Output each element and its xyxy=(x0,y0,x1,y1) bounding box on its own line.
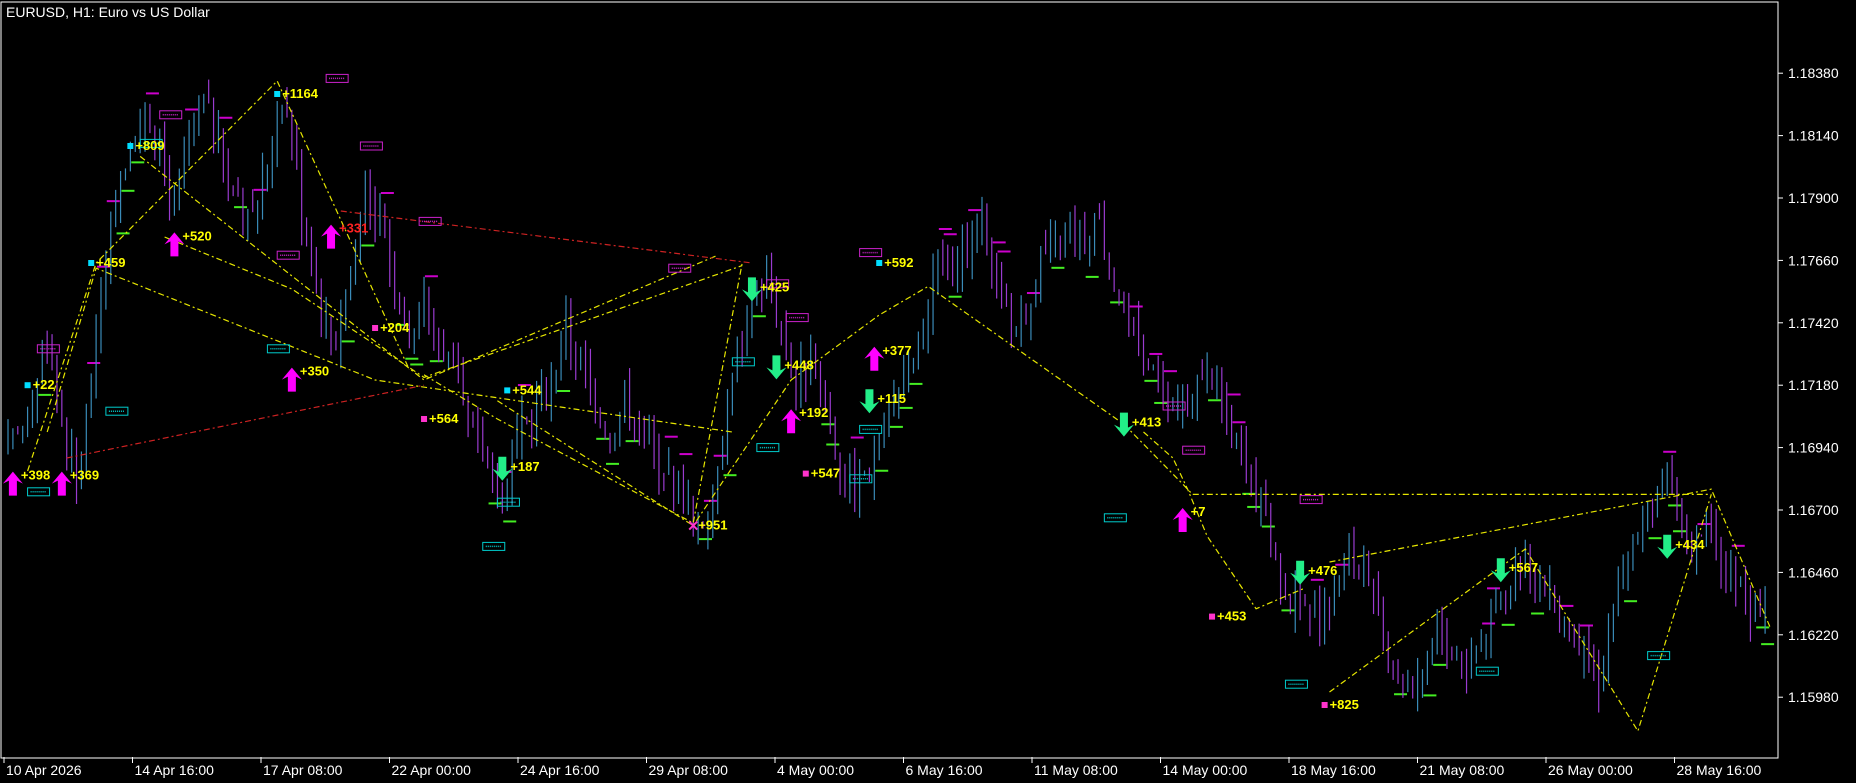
zigzag-line-alt xyxy=(66,384,425,459)
buy-arrow-icon[interactable] xyxy=(781,409,802,434)
pivot-marker xyxy=(421,416,428,422)
pivot-marker xyxy=(88,260,95,266)
time-tick-label: 11 May 08:00 xyxy=(1034,762,1118,778)
marker-label: +547 xyxy=(811,466,840,481)
marker-label: +951 xyxy=(698,518,727,533)
marker-label: +1164 xyxy=(282,86,319,101)
sell-arrow-icon[interactable] xyxy=(1113,412,1134,437)
price-axis[interactable]: 1.18380 1.18140 1.17900 1.17660 1.17420 1.171… xyxy=(1778,65,1839,705)
time-tick-label: 24 Apr 16:00 xyxy=(520,762,600,778)
signal-label: +398 xyxy=(21,468,50,483)
signal-label: +567 xyxy=(1509,560,1538,575)
price-tick-label: 1.17180 xyxy=(1788,377,1839,393)
pivot-marker xyxy=(802,470,809,477)
buy-arrow-icon[interactable] xyxy=(1172,508,1193,532)
plot-border xyxy=(0,1,1779,759)
time-tick-label: 17 Apr 08:00 xyxy=(263,762,343,778)
marker-label: +544 xyxy=(512,382,542,397)
signal-label: +192 xyxy=(799,405,828,420)
price-tick-label: 1.16940 xyxy=(1788,440,1839,456)
price-tick-label: 1.17420 xyxy=(1788,315,1839,331)
pivot-marker xyxy=(372,325,379,331)
pivot-marker xyxy=(1209,613,1216,620)
pivot-marker xyxy=(504,387,511,394)
marker-label: +22 xyxy=(33,377,55,392)
sell-arrow-icon[interactable] xyxy=(859,389,880,414)
marker-label: +453 xyxy=(1217,609,1246,624)
chart-window[interactable]: +22 +809 +459 +1164 +204 +564 +544 +951 +547 +592… xyxy=(0,0,1856,783)
signal-label: +520 xyxy=(182,228,211,243)
price-tick-label: 1.15980 xyxy=(1788,689,1839,705)
signal-label: +350 xyxy=(300,364,329,379)
time-tick-label: 28 May 16:00 xyxy=(1677,762,1762,778)
chart-title: EURUSD, H1: Euro vs US Dollar xyxy=(6,4,210,20)
signal-label: +413 xyxy=(1132,415,1161,430)
sell-arrow-icon[interactable] xyxy=(766,355,787,380)
buy-arrow-icon[interactable] xyxy=(281,367,302,392)
signal-label: +187 xyxy=(510,459,539,474)
time-tick-label: 10 Apr 2026 xyxy=(6,762,82,778)
price-tick-label: 1.16700 xyxy=(1788,502,1839,518)
time-tick-label: 29 Apr 08:00 xyxy=(649,762,729,778)
time-tick-label: 14 Apr 16:00 xyxy=(135,762,215,778)
price-tick-label: 1.18380 xyxy=(1788,65,1839,81)
signal-label: +331 xyxy=(339,221,368,236)
price-tick-label: 1.16460 xyxy=(1788,564,1839,580)
time-tick-label: 4 May 00:00 xyxy=(777,762,854,778)
buy-arrow-icon[interactable] xyxy=(51,471,72,496)
signal-label: +369 xyxy=(70,468,99,483)
signal-label: +448 xyxy=(784,357,813,372)
marker-label: +825 xyxy=(1330,697,1359,712)
time-tick-label: 26 May 00:00 xyxy=(1548,762,1633,778)
level-marks xyxy=(38,92,1775,697)
pivot-marker xyxy=(24,382,31,389)
signal-label: +7 xyxy=(1191,504,1206,519)
time-tick-label: 21 May 08:00 xyxy=(1420,762,1505,778)
zigzag-line xyxy=(1329,494,1712,733)
signal-label: +434 xyxy=(1675,537,1705,552)
time-axis[interactable]: 10 Apr 2026 14 Apr 16:00 17 Apr 08:00 22 Ap… xyxy=(3,757,1762,778)
signal-labels: +22 +809 +459 +1164 +204 +564 +544 +951 +547 +592… xyxy=(21,86,1705,712)
time-tick-label: 18 May 16:00 xyxy=(1291,762,1376,778)
price-tick-label: 1.17660 xyxy=(1788,252,1839,268)
signal-label: +476 xyxy=(1308,563,1337,578)
pivot-marker xyxy=(274,91,281,97)
value-boxes xyxy=(27,73,1671,689)
time-tick-label: 14 May 00:00 xyxy=(1163,762,1248,778)
signal-label: +115 xyxy=(877,391,906,406)
buy-arrow-icon[interactable] xyxy=(321,224,342,249)
signal-label: +377 xyxy=(882,343,911,358)
price-chart[interactable]: +22 +809 +459 +1164 +204 +564 +544 +951 +547 +592… xyxy=(0,0,1856,783)
price-tick-label: 1.16220 xyxy=(1788,627,1839,643)
sell-arrow-icon[interactable] xyxy=(1290,560,1311,585)
zigzag-line-alt xyxy=(340,210,753,264)
signal-label: +425 xyxy=(760,279,789,294)
zigzag-line xyxy=(790,285,1712,495)
marker-label: +459 xyxy=(96,255,125,270)
time-tick-label: 22 Apr 00:00 xyxy=(392,762,472,778)
signal-arrows[interactable] xyxy=(2,224,1678,585)
price-tick-label: 1.17900 xyxy=(1788,190,1839,206)
pivot-marker xyxy=(876,260,883,266)
pivot-marker xyxy=(1321,702,1328,708)
pivot-markers xyxy=(24,91,1328,708)
sell-arrow-icon[interactable] xyxy=(492,456,513,481)
buy-arrow-icon[interactable] xyxy=(2,471,23,496)
zigzag-line xyxy=(27,79,410,472)
time-tick-label: 6 May 16:00 xyxy=(906,762,983,778)
marker-label: +592 xyxy=(884,255,913,270)
sell-arrow-icon[interactable] xyxy=(741,277,762,302)
marker-label: +564 xyxy=(429,411,459,426)
marker-label: +204 xyxy=(380,320,410,335)
buy-arrow-icon[interactable] xyxy=(864,346,885,371)
price-tick-label: 1.18140 xyxy=(1788,128,1839,144)
marker-label: +809 xyxy=(135,138,164,153)
zigzag-line xyxy=(139,155,718,381)
zigzag-line xyxy=(423,262,743,524)
pivot-marker xyxy=(127,143,134,149)
